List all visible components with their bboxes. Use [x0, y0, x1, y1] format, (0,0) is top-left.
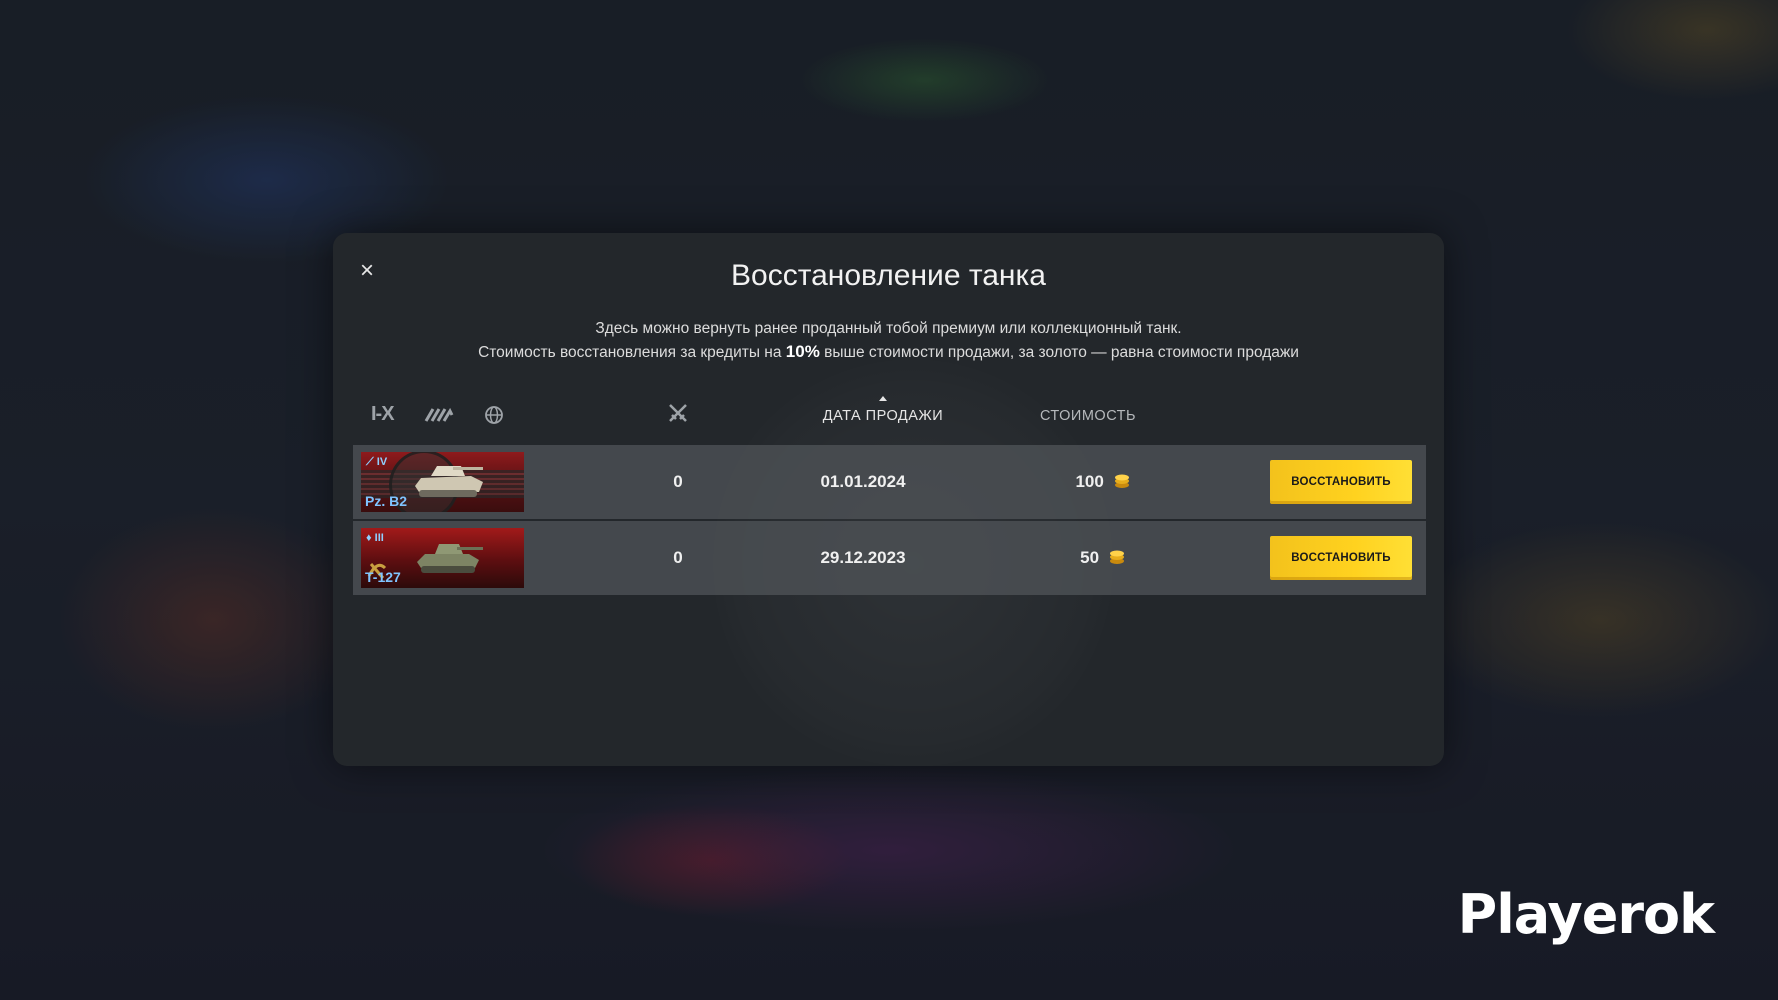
description-suffix: выше стоимости продажи, за золото — равн…: [824, 344, 1299, 361]
cost-value: 50: [1080, 548, 1100, 567]
tank-card[interactable]: ⟋ IV Pz. B2: [361, 452, 524, 512]
sale-date: 29.12.2023: [820, 548, 906, 567]
tank-name: Pz. B2: [365, 493, 408, 509]
gold-coin-icon: [1109, 550, 1124, 564]
dialog-description: Здесь можно вернуть ранее проданный тобо…: [333, 317, 1444, 364]
tank-image: [415, 466, 483, 497]
sort-by-cost-header[interactable]: СТОИМОСТЬ: [1013, 408, 1163, 424]
description-highlight: 10%: [785, 342, 820, 361]
tank-type-icon[interactable]: [424, 407, 454, 423]
table-row: ⟋ IV Pz. B2 0 01.01.2024 100 ВОССТАНОВИТ…: [353, 445, 1426, 519]
restore-cost: 100: [1003, 445, 1203, 519]
gold-coin-icon: [1114, 474, 1129, 488]
battles-count: 0: [673, 472, 683, 491]
table-row: ♦ III T-127 0 29.12.2023 50 ВОССТАНОВИТЬ: [353, 521, 1426, 595]
description-prefix: Стоимость восстановления за кредиты на: [478, 344, 782, 361]
date-header-label: ДАТА ПРОДАЖИ: [822, 408, 944, 424]
cost-header-label: СТОИМОСТЬ: [1039, 408, 1137, 424]
tank-name: T-127: [365, 569, 401, 585]
playerok-watermark: Playerok: [1457, 883, 1715, 946]
tank-image: [417, 544, 483, 573]
cost-value: 100: [1075, 472, 1104, 491]
restore-button[interactable]: ВОССТАНОВИТЬ: [1270, 460, 1412, 504]
description-line-2: Стоимость восстановления за кредиты на 1…: [333, 340, 1444, 364]
crossed-swords-icon[interactable]: [667, 402, 689, 428]
filter-bar: I-X: [371, 403, 504, 426]
tank-tier: ⟋ IV: [366, 456, 388, 468]
tier-filter[interactable]: I-X: [371, 403, 395, 426]
restore-cost: 50: [1003, 521, 1203, 595]
dialog-title: Восстановление танка: [731, 259, 1046, 292]
tank-card[interactable]: ♦ III T-127: [361, 528, 524, 588]
sort-ascending-icon: [879, 396, 887, 401]
tank-tier: ♦ III: [366, 532, 384, 544]
description-line-1: Здесь можно вернуть ранее проданный тобо…: [595, 320, 1182, 337]
sort-by-date-header[interactable]: ДАТА ПРОДАЖИ: [813, 396, 953, 424]
restore-button[interactable]: ВОССТАНОВИТЬ: [1270, 536, 1412, 580]
sale-date: 01.01.2024: [820, 472, 906, 491]
tank-restore-dialog: × Восстановление танка Здесь можно верну…: [333, 233, 1444, 766]
globe-icon[interactable]: [484, 405, 504, 425]
battles-count: 0: [673, 548, 683, 567]
